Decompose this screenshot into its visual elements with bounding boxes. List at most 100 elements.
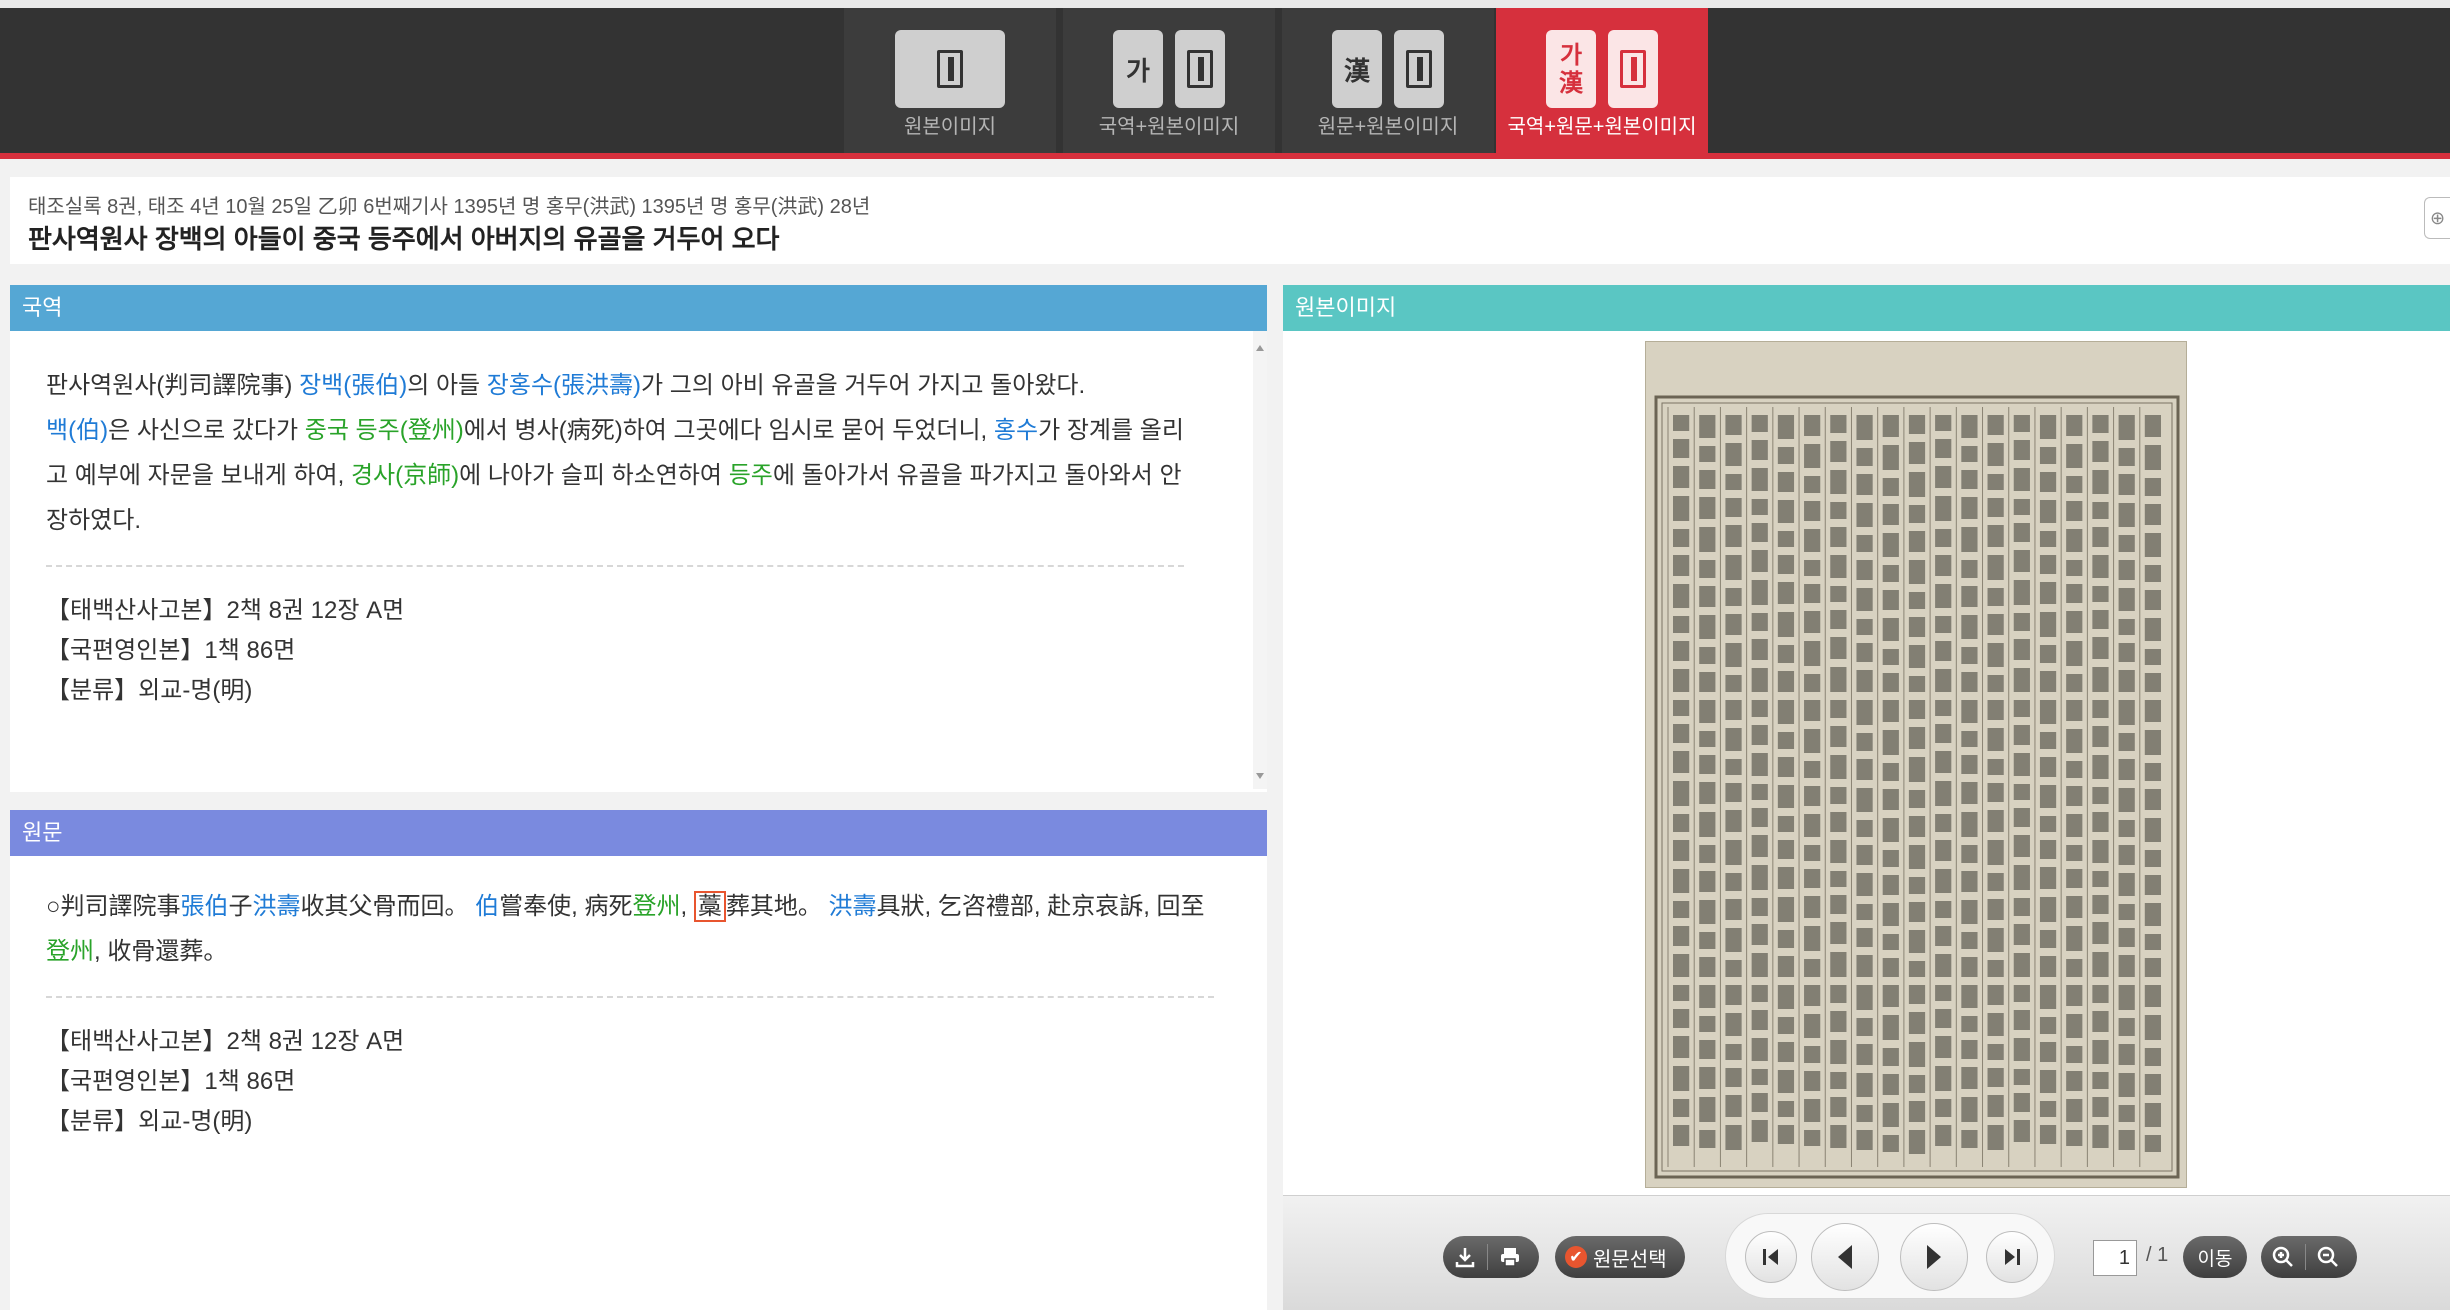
manuscript-glyph bbox=[1882, 1015, 1899, 1040]
manuscript-glyph bbox=[1961, 586, 1978, 607]
manuscript-glyph bbox=[2144, 875, 2161, 895]
manuscript-glyph bbox=[1987, 1125, 2004, 1150]
manuscript-glyph bbox=[1961, 985, 1978, 1008]
manuscript-glyph bbox=[1830, 555, 1847, 578]
manuscript-glyph bbox=[1804, 584, 1821, 603]
manuscript-glyph bbox=[1725, 588, 1742, 606]
manuscript-glyph bbox=[2039, 956, 2057, 977]
manuscript-glyph bbox=[2039, 1042, 2057, 1062]
manuscript-glyph bbox=[1961, 845, 1978, 863]
next-page-button[interactable] bbox=[1900, 1223, 1968, 1291]
manuscript-glyph bbox=[2066, 1099, 2083, 1122]
manuscript-glyph bbox=[1908, 930, 1926, 953]
zoom-in-icon[interactable] bbox=[2261, 1236, 2305, 1278]
link-person[interactable]: 洪壽 bbox=[829, 893, 877, 920]
manuscript-glyph bbox=[2066, 814, 2083, 837]
manuscript-glyph bbox=[1856, 1130, 1873, 1150]
manuscript-glyph bbox=[1804, 560, 1821, 576]
go-page-button[interactable]: 이동 bbox=[2183, 1236, 2247, 1278]
scroll-up-icon[interactable] bbox=[1256, 345, 1264, 351]
manuscript-glyph bbox=[1908, 727, 1926, 749]
manuscript-glyph bbox=[1777, 555, 1795, 574]
manuscript-glyph bbox=[1673, 1066, 1690, 1091]
link-person[interactable]: 백(伯) bbox=[46, 417, 108, 444]
original-text-panel: 원문 ○判司譯院事張伯子洪壽收其父骨而回。 伯嘗奉使, 病死登州, 藁葬其地。 … bbox=[10, 810, 1267, 1310]
manuscript-glyph bbox=[1804, 1130, 1821, 1146]
manuscript-glyph bbox=[2092, 952, 2109, 977]
link-place[interactable]: 중국 등주(登州) bbox=[305, 417, 464, 444]
manuscript-glyph bbox=[2092, 700, 2109, 718]
translation-text: 판사역원사(判司譯院事) 장백(張伯)의 아들 장홍수(張洪壽)가 그의 아비 … bbox=[46, 372, 1184, 534]
manuscript-glyph bbox=[1699, 415, 1716, 438]
manuscript-glyph bbox=[1804, 415, 1821, 436]
manuscript-glyph bbox=[1935, 1036, 1952, 1058]
download-icon[interactable] bbox=[1443, 1236, 1487, 1278]
manuscript-glyph bbox=[1751, 924, 1768, 945]
translation-scrollbar[interactable] bbox=[1253, 331, 1267, 789]
link-person[interactable]: 장홍수(張洪壽) bbox=[487, 372, 641, 399]
prev-page-button[interactable] bbox=[1811, 1223, 1879, 1291]
manuscript-glyph bbox=[2013, 1069, 2030, 1085]
manuscript-glyph bbox=[1673, 584, 1690, 608]
manuscript-glyph bbox=[1777, 840, 1795, 859]
manuscript-glyph bbox=[2144, 1103, 2161, 1127]
manuscript-glyph bbox=[1935, 1009, 1952, 1028]
manuscript-glyph bbox=[1777, 582, 1795, 604]
link-person[interactable]: 洪壽 bbox=[253, 893, 301, 920]
manuscript-glyph bbox=[2144, 1135, 2161, 1152]
meta-category: 【분류】외교-명(明) bbox=[46, 1108, 253, 1135]
manuscript-glyph bbox=[1961, 672, 1978, 692]
tab-translation-image[interactable]: 가 국역+원본이미지 bbox=[1063, 8, 1275, 153]
manuscript-glyph bbox=[2039, 500, 2057, 523]
print-icon[interactable] bbox=[1488, 1236, 1532, 1278]
manuscript-glyph bbox=[2092, 502, 2109, 519]
last-page-button[interactable] bbox=[1986, 1231, 2038, 1283]
link-place[interactable]: 登州 bbox=[633, 893, 681, 920]
manuscript-glyph bbox=[1961, 900, 1978, 924]
manuscript-glyph bbox=[1882, 818, 1899, 842]
manuscript-glyph bbox=[1699, 782, 1716, 804]
link-person[interactable]: 張伯 bbox=[181, 893, 229, 920]
manuscript-glyph bbox=[1987, 1044, 2004, 1060]
link-place[interactable]: 경사(京師) bbox=[351, 462, 459, 489]
check-icon: ✔ bbox=[1565, 1246, 1587, 1268]
link-place[interactable]: 登州 bbox=[46, 938, 94, 965]
tab-original-text-image[interactable]: 漢 원문+원본이미지 bbox=[1282, 8, 1494, 153]
page-number-input[interactable] bbox=[2093, 1240, 2137, 1276]
manuscript-glyph bbox=[2039, 816, 2057, 832]
first-page-button[interactable] bbox=[1745, 1231, 1797, 1283]
manuscript-glyph bbox=[1935, 700, 1952, 716]
manuscript-glyph bbox=[1725, 643, 1742, 667]
link-person[interactable]: 伯 bbox=[475, 893, 499, 920]
manuscript-glyph bbox=[1751, 1010, 1768, 1030]
highlighted-character[interactable]: 藁 bbox=[693, 891, 726, 922]
manuscript-glyph bbox=[1699, 560, 1716, 578]
tab-translation-text-image[interactable]: 가 漢 국역+원문+원본이미지 bbox=[1496, 8, 1708, 153]
manuscript-glyph bbox=[1725, 873, 1742, 891]
tab-original-image[interactable]: 원본이미지 bbox=[844, 8, 1056, 153]
meta-reprint: 【국편영인본】1책 86면 bbox=[46, 637, 296, 664]
manuscript-glyph bbox=[1673, 669, 1690, 692]
manuscript-glyph bbox=[2092, 922, 2109, 944]
manuscript-glyph bbox=[2013, 835, 2030, 857]
manuscript-glyph bbox=[1882, 730, 1899, 755]
manuscript-glyph bbox=[1935, 641, 1952, 661]
link-person[interactable]: 장백(張伯) bbox=[299, 372, 407, 399]
manuscript-glyph bbox=[2013, 523, 2030, 542]
zoom-out-icon[interactable] bbox=[2306, 1236, 2350, 1278]
manuscript-glyph bbox=[2092, 555, 2109, 578]
manuscript-glyph bbox=[2118, 643, 2135, 662]
manuscript-glyph bbox=[1751, 1120, 1768, 1142]
manuscript-glyph bbox=[2092, 871, 2109, 887]
expand-icon[interactable]: ⊕ bbox=[2424, 197, 2450, 239]
manuscript-glyph bbox=[1882, 789, 1899, 810]
manuscript-glyph bbox=[1725, 1068, 1742, 1087]
manuscript-glyph bbox=[2039, 671, 2057, 692]
manuscript-glyph bbox=[1935, 840, 1952, 861]
select-original-button[interactable]: ✔ 원문선택 bbox=[1555, 1236, 1685, 1278]
link-place[interactable]: 등주 bbox=[729, 462, 773, 489]
link-person[interactable]: 홍수 bbox=[994, 417, 1038, 444]
scroll-down-icon[interactable] bbox=[1256, 773, 1264, 779]
original-manuscript-image[interactable] bbox=[1645, 341, 2187, 1188]
manuscript-glyph bbox=[1830, 787, 1847, 804]
